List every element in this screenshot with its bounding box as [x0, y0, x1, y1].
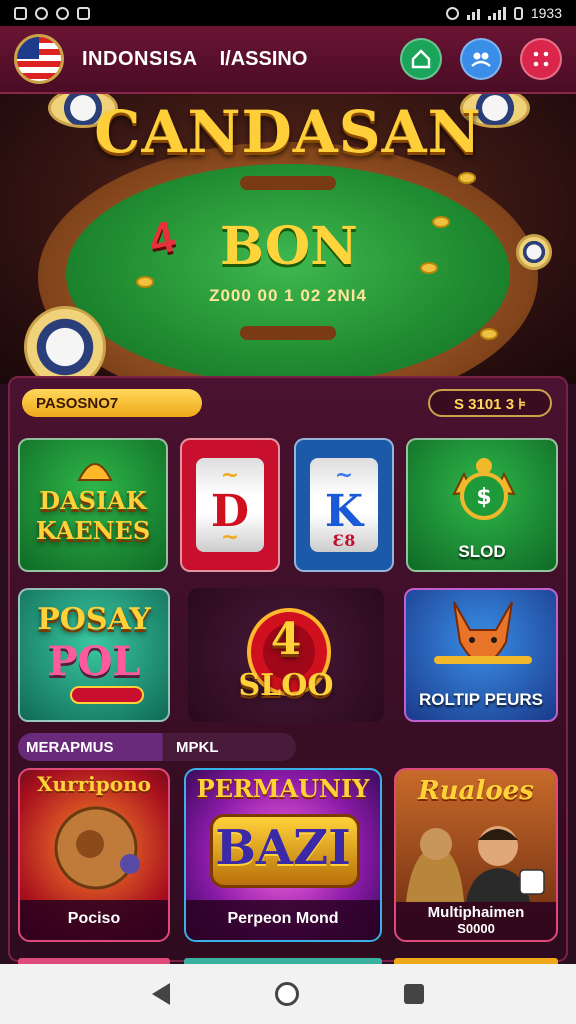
tile-caption: ROLTIP PEURS: [418, 690, 544, 709]
card-bottom-label: Multiphaimen: [427, 904, 525, 921]
app-header: INDONSISA I/ASSINO: [0, 26, 576, 94]
mini-chip-icon: [420, 262, 438, 274]
status-left-icons: [14, 6, 90, 20]
game-tile-slot-k[interactable]: ~ K Ɛ8: [294, 438, 394, 572]
tile-title: SLOO: [238, 668, 334, 703]
reel-bottom-symbol: Ɛ8: [332, 531, 356, 550]
card-center-label: BAZI: [215, 820, 351, 876]
hero-title: CANDASAN: [94, 98, 482, 166]
card-top-label: PERMAUNIY: [196, 774, 370, 803]
info-icon: [56, 6, 69, 20]
game-tile-posay-poker[interactable]: POSAY POL: [18, 588, 170, 722]
card-bottom-sub: S0000: [457, 921, 495, 936]
game-card-permauniy[interactable]: PERMAUNIY BAZI Perpeon Mond: [184, 768, 382, 942]
mini-chip-icon: [432, 216, 450, 228]
game-card-rualoes[interactable]: Rualoes Multiphaimen S0000: [394, 768, 558, 942]
system-nav-bar: [0, 964, 576, 1024]
settings-icon: [35, 6, 48, 20]
card-bottom-label: Pociso: [20, 900, 168, 940]
card-bottom-area: Multiphaimen S0000: [396, 902, 556, 940]
game-card-xurripono[interactable]: Xurripono Pociso: [18, 768, 170, 942]
header-actions: [400, 38, 562, 80]
slot-reel: ~ D ~: [196, 458, 264, 552]
home-button[interactable]: [400, 38, 442, 80]
back-icon[interactable]: [152, 983, 171, 1005]
battery-icon: [513, 6, 523, 20]
game-tile-roltip-peurs[interactable]: ROLTIP PEURS: [404, 588, 558, 722]
casino-chip-icon: [516, 234, 552, 270]
signal-icon: [487, 6, 506, 20]
hero-date-text: Z000 00 1 02 2NI4: [209, 286, 367, 305]
game-tile-slod[interactable]: $ SLOD: [406, 438, 558, 572]
game-tile-slot-d[interactable]: ~ D ~: [180, 438, 280, 572]
reel-top-symbol: ~: [220, 462, 240, 488]
reel-top-symbol: ~: [334, 462, 354, 488]
recent-apps-icon[interactable]: [403, 984, 424, 1004]
section-tabs: MERAPMUS MPKL: [18, 733, 296, 761]
hero-banner[interactable]: CANDASAN 4 BON Z000 00 1 02 2NI4: [0, 94, 576, 384]
balance-pill[interactable]: S 3101 3 ⊧: [428, 389, 552, 417]
table-slot: [240, 326, 336, 340]
wifi-icon: [466, 7, 480, 20]
status-bar: 1933: [0, 0, 576, 26]
reel-bottom-symbol: ~: [220, 524, 240, 550]
fox-icon: [434, 601, 532, 664]
reel-symbol: K: [324, 486, 364, 537]
game-tile-sloo[interactable]: 4 SLOO: [188, 588, 384, 722]
home-circle-icon[interactable]: [274, 982, 299, 1006]
helmet-icon: [54, 806, 140, 890]
money-bag-icon: $: [452, 458, 516, 520]
tab-active[interactable]: MERAPMUS: [26, 739, 114, 756]
category-pill[interactable]: PASOSNO7: [22, 389, 202, 417]
tab-other[interactable]: MPKL: [176, 739, 219, 756]
game-tile-dasiak[interactable]: DASIAK KAENES: [18, 438, 168, 572]
flag-icon[interactable]: [14, 34, 64, 84]
players-icon: [406, 826, 545, 902]
menu-button[interactable]: [520, 38, 562, 80]
card-bottom-label: Perpeon Mond: [186, 900, 380, 940]
table-slot: [240, 176, 336, 190]
tile-caption: SLOD: [458, 542, 506, 561]
menu-grid-icon: [533, 51, 549, 67]
mini-chip-icon: [480, 328, 498, 340]
mini-chip-icon: [458, 172, 476, 184]
status-time: 1933: [530, 5, 562, 21]
notification-icon: [14, 6, 27, 20]
brand-subtitle: I/ASSINO: [219, 47, 308, 70]
slot-reel: ~ K Ɛ8: [310, 458, 378, 552]
users-button[interactable]: [460, 38, 502, 80]
hero-banner-text: BON: [220, 216, 358, 277]
casino-chip-icon: [24, 306, 106, 384]
svg-text:$: $: [476, 485, 491, 510]
alarm-icon: [445, 6, 459, 20]
tile-badge: [70, 686, 144, 704]
card-top-label: Xurripono: [37, 772, 151, 796]
tile-title-bottom: POL: [47, 638, 141, 685]
tile-title: DASIAK KAENES: [35, 486, 151, 545]
brand-title: INDONSISA: [82, 47, 198, 70]
treasure-icon: [77, 463, 113, 481]
app-icon: [77, 6, 90, 20]
home-icon: [411, 49, 431, 69]
status-right-icons: 1933: [445, 5, 562, 21]
tile-title-top: POSAY: [37, 602, 151, 637]
tile-number: 4: [270, 614, 302, 665]
users-icon: [471, 52, 491, 67]
card-top-label: Rualoes: [418, 776, 534, 806]
